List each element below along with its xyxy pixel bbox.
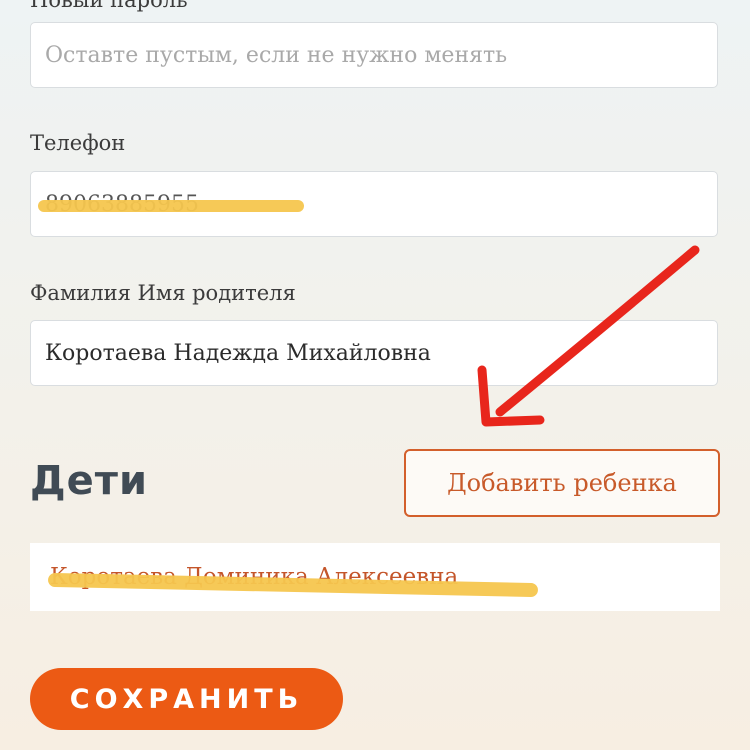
annotation-arrow (477, 245, 700, 427)
